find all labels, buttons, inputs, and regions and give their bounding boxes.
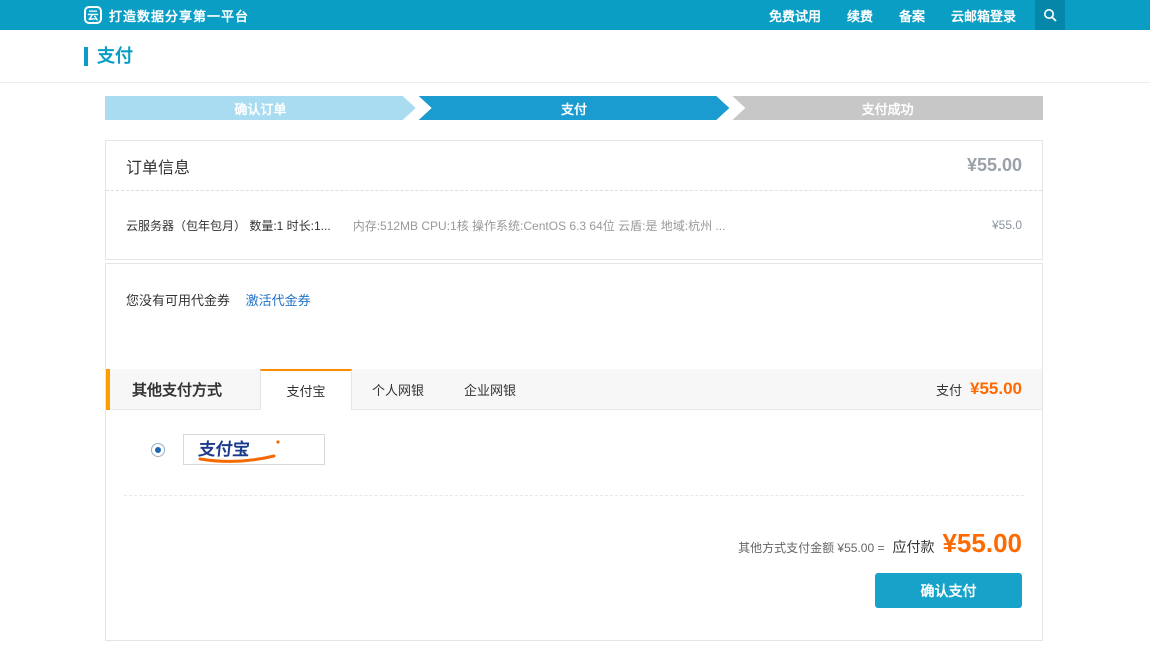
payment-card: 您没有可用代金券 激活代金券 其他支付方式 支付宝 个人网银 企业网银 支付 ¥… [105,263,1043,641]
step-pay: 支付 [419,96,730,120]
voucher-status-text: 您没有可用代金券 [126,293,230,308]
payment-method-tabstrip: 其他支付方式 支付宝 个人网银 企业网银 支付 ¥55.00 [106,369,1042,410]
pay-amount: ¥55.00 [970,379,1022,399]
voucher-row: 您没有可用代金券 激活代金券 [106,264,1042,309]
order-item-price: ¥55.0 [992,218,1022,232]
search-button[interactable] [1035,0,1065,30]
strip-pay-summary: 支付 ¥55.00 [936,369,1042,409]
step-confirm-order: 确认订单 [105,96,416,120]
payment-summary: 其他方式支付金额 ¥55.00 = 应付款 ¥55.00 [106,528,1022,559]
amount-due-value: ¥55.00 [942,528,1022,559]
cloud-logo-icon: 云 [84,6,102,24]
top-bar: 云 打造数据分享第一平台 免费试用 续费 备案 云邮箱登录 [0,0,1150,30]
nav-cloud-mail-login[interactable]: 云邮箱登录 [938,6,1029,25]
orange-accent-bar [106,369,110,410]
nav-icp-filing[interactable]: 备案 [886,6,938,25]
main-container: 确认订单 支付 支付成功 订单信息 ¥55.00 云服务器（包年包月） 数量:1… [105,96,1043,641]
tab-personal-ebank[interactable]: 个人网银 [352,369,444,409]
svg-text:支付宝: 支付宝 [198,439,251,459]
order-title: 订单信息 [126,154,190,178]
radio-dot [155,447,161,453]
alipay-logo: 支付宝 [192,436,312,464]
order-header: 订单信息 ¥55.00 [106,141,1042,191]
order-total-amount: ¥55.00 [967,155,1022,176]
confirm-pay-button[interactable]: 确认支付 [875,573,1022,608]
checkout-steps: 确认订单 支付 支付成功 [105,96,1043,120]
order-item-spec: 内存:512MB CPU:1核 操作系统:CentOS 6.3 64位 云盾:是… [353,217,980,234]
tab-alipay[interactable]: 支付宝 [260,369,352,410]
tab-corporate-ebank[interactable]: 企业网银 [444,369,536,409]
amount-due-label: 应付款 [892,537,934,557]
summary-prefix-text: 其他方式支付金额 ¥55.00 = [738,539,884,556]
logo[interactable]: 云 打造数据分享第一平台 [84,6,249,25]
nav-free-trial[interactable]: 免费试用 [756,6,834,25]
order-item-name: 云服务器（包年包月） 数量:1 时长:1... [126,217,331,234]
top-nav: 免费试用 续费 备案 云邮箱登录 [756,0,1065,30]
page-title: 支付 [84,47,133,66]
step-pay-success: 支付成功 [732,96,1043,120]
alipay-radio[interactable] [151,443,165,457]
nav-renew[interactable]: 续费 [834,6,886,25]
order-info-card: 订单信息 ¥55.00 云服务器（包年包月） 数量:1 时长:1... 内存:5… [105,140,1043,260]
title-area: 支付 [0,30,1150,83]
confirm-row: 确认支付 [106,573,1022,608]
search-icon [1043,8,1057,22]
alipay-option-row: 支付宝 [151,434,1042,465]
alipay-logo-box[interactable]: 支付宝 [183,434,325,465]
topbar-spacer [1065,0,1150,30]
order-item-row: 云服务器（包年包月） 数量:1 时长:1... 内存:512MB CPU:1核 … [106,191,1042,259]
other-payment-methods-label: 其他支付方式 [106,369,260,409]
dashed-separator [124,495,1024,496]
pay-label: 支付 [936,380,962,399]
site-slogan: 打造数据分享第一平台 [109,6,249,25]
activate-voucher-link[interactable]: 激活代金券 [246,293,311,308]
